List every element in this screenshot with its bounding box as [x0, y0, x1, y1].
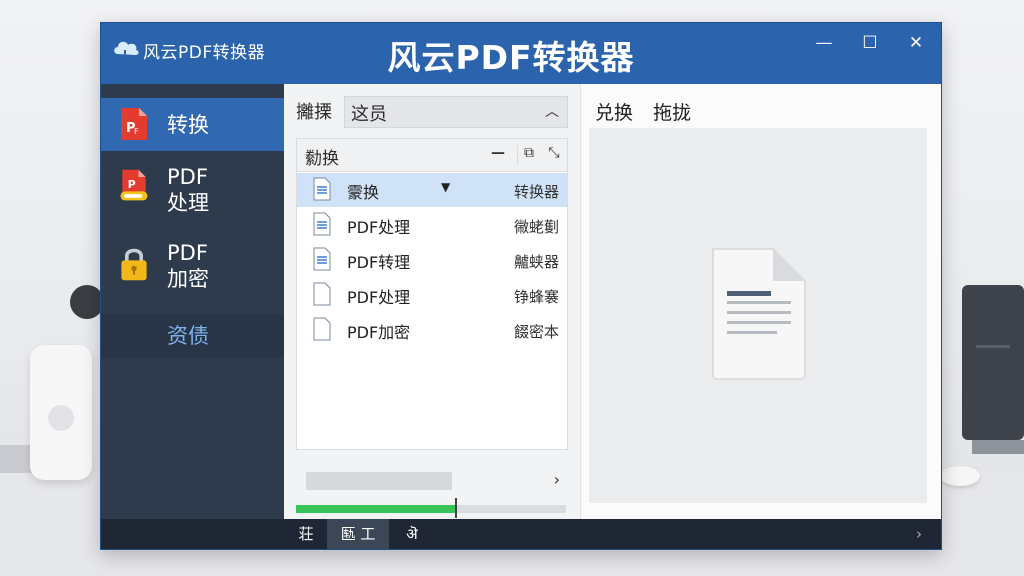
- maximize-button[interactable]: ☐: [855, 31, 885, 55]
- title-bar[interactable]: 风云PDF转换器 风云PDF转换器 — ☐ ✕: [101, 23, 941, 84]
- statusbar-button-1[interactable]: 荘: [291, 519, 321, 549]
- list-item-type: 餟密本: [513, 323, 559, 341]
- preview-area[interactable]: [589, 128, 927, 503]
- minimize-button[interactable]: —: [809, 31, 839, 55]
- sidebar-item-convert[interactable]: P F 转换: [101, 98, 284, 151]
- sidebar-item-assets[interactable]: 资债: [101, 314, 284, 358]
- list-item[interactable]: 霥换 ▼ 转换器: [297, 173, 567, 207]
- list-item-type: 幑蛯劐: [513, 218, 559, 236]
- list-item-name: PDF处理: [347, 288, 411, 307]
- statusbar-button-3[interactable]: ऄ: [397, 519, 427, 549]
- background-speaker: [30, 345, 92, 480]
- pdf-process-icon: P: [120, 169, 148, 201]
- file-list-header: 勬换 — ⧉ ⤡: [297, 139, 567, 172]
- blank-document-icon: [313, 317, 331, 341]
- list-item[interactable]: PDF处理 铮蜂褰: [297, 278, 567, 312]
- document-icon: [313, 177, 331, 201]
- document-icon: [313, 212, 331, 236]
- sidebar-item-label: 转换: [167, 113, 209, 137]
- background-webcam: [70, 285, 104, 319]
- app-title-banner: 风云PDF转换器: [387, 38, 635, 77]
- filter-label: 攡搮: [296, 102, 332, 123]
- background-mouse: [940, 466, 980, 486]
- tab-drag[interactable]: 拖拢: [653, 98, 691, 125]
- app-window: 风云PDF转换器 风云PDF转换器 — ☐ ✕ P F 转换 P PDF 处理 …: [100, 22, 942, 550]
- file-list-pane: 攡搮 这员 ︿ 勬换 — ⧉ ⤡ 霥换 ▼ 转换器 PDF处理 幑蛯劐 PDF转…: [284, 84, 580, 519]
- progress-handle[interactable]: [455, 498, 458, 518]
- cloud-logo-icon: [114, 41, 139, 62]
- preview-tabs: 兑换 拖拢: [595, 98, 705, 125]
- preview-pane: 兑换 拖拢: [580, 84, 941, 519]
- statusbar-button-2[interactable]: 匦 工: [327, 519, 389, 549]
- pdf-convert-icon: P F: [121, 108, 147, 140]
- list-item-name: PDF转理: [347, 253, 411, 272]
- svg-text:P: P: [128, 178, 136, 191]
- list-item-name: 霥换: [347, 183, 380, 202]
- filter-dropdown-value: 这员: [351, 104, 387, 125]
- document-icon: [313, 247, 331, 271]
- list-item-type: 齇蛱器: [513, 253, 559, 271]
- list-item-name: PDF加密: [347, 323, 411, 342]
- sidebar-item-label: PDF: [167, 165, 208, 189]
- list-item-name: PDF处理: [347, 218, 411, 237]
- chevron-right-icon[interactable]: ›: [907, 519, 931, 549]
- progress-fill: [296, 505, 456, 513]
- scrollbar-thumb[interactable]: [306, 472, 452, 490]
- pin-icon[interactable]: ⤡: [543, 145, 565, 165]
- tab-exchange[interactable]: 兑换: [595, 98, 633, 125]
- sidebar-item-pdf-encrypt[interactable]: PDF 加密: [101, 232, 284, 304]
- svg-text:F: F: [134, 127, 139, 136]
- close-button[interactable]: ✕: [901, 31, 931, 55]
- background-keyboard: [972, 440, 1024, 454]
- sidebar-item-label: 加密: [167, 267, 209, 291]
- file-list-header-label: 勬换: [305, 149, 339, 169]
- remove-icon[interactable]: —: [487, 145, 509, 165]
- lock-icon: [121, 248, 147, 281]
- app-title-small: 风云PDF转换器: [143, 43, 266, 63]
- list-item-type: 铮蜂褰: [513, 288, 559, 306]
- copy-icon[interactable]: ⧉: [517, 145, 540, 165]
- background-device: [962, 285, 1024, 440]
- sidebar-item-label: PDF: [167, 241, 208, 265]
- document-preview-icon: [712, 248, 806, 380]
- horizontal-scrollbar[interactable]: ›: [296, 470, 566, 490]
- list-item[interactable]: PDF处理 幑蛯劐: [297, 208, 567, 242]
- conversion-progress-bar: [296, 498, 566, 518]
- sidebar-item-label: 处理: [167, 191, 209, 215]
- sidebar-item-label: 资债: [167, 324, 209, 348]
- file-list: 勬换 — ⧉ ⤡ 霥换 ▼ 转换器 PDF处理 幑蛯劐 PDF转理 齇蛱器 PD…: [296, 138, 568, 450]
- list-item[interactable]: PDF加密 餟密本: [297, 313, 567, 347]
- sidebar: P F 转换 P PDF 处理 PDF 加密 资债: [101, 84, 284, 519]
- list-item-type: 转换器: [513, 183, 559, 201]
- sidebar-item-pdf-process[interactable]: P PDF 处理: [101, 156, 284, 226]
- status-bar: 荘 匦 工 ऄ ›: [101, 519, 941, 549]
- blank-document-icon: [313, 282, 331, 306]
- filter-dropdown[interactable]: 这员 ︿: [344, 96, 568, 128]
- chevron-right-icon[interactable]: ›: [554, 470, 560, 489]
- chevron-up-icon: ︿: [545, 104, 559, 120]
- list-item[interactable]: PDF转理 齇蛱器: [297, 243, 567, 277]
- caret-down-icon[interactable]: ▼: [441, 180, 450, 194]
